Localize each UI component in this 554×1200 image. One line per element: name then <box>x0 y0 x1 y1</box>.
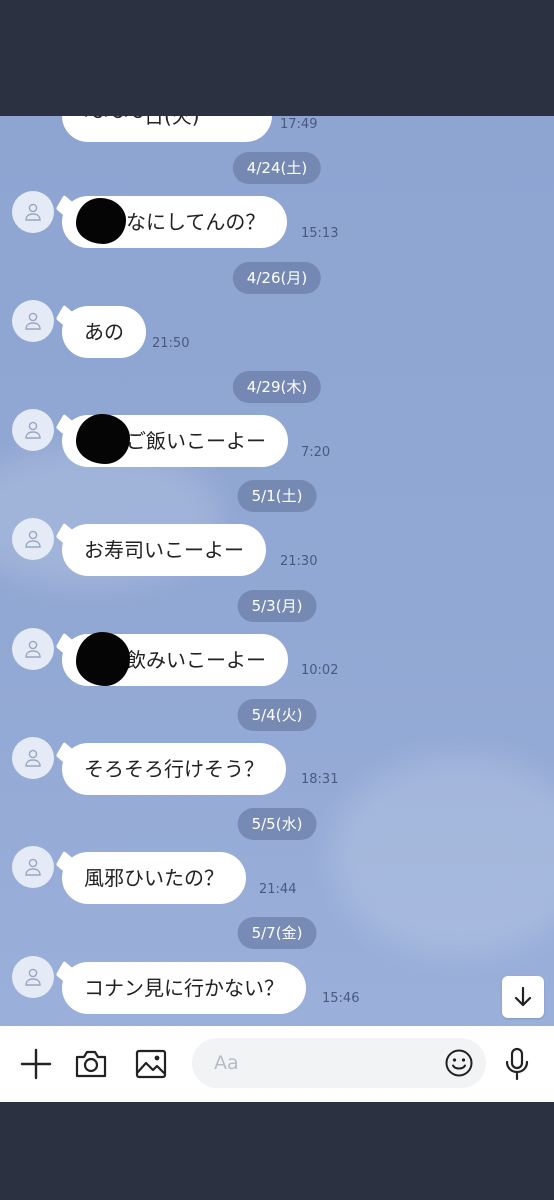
plus-icon <box>20 1048 52 1080</box>
message-input-placeholder: Aa <box>214 1052 239 1074</box>
message-bubble[interactable]: コナン見に行かない？ <box>62 962 306 1014</box>
user-icon <box>25 530 41 548</box>
redaction-mark <box>76 198 126 244</box>
date-separator: 4/24(土) <box>232 152 322 184</box>
date-separator: 4/29(木) <box>232 371 322 403</box>
date-separator: 5/3(月) <box>237 590 317 622</box>
message-text: なにしてんの？ <box>126 210 266 234</box>
message-text: 飲みいこーよー <box>126 648 266 672</box>
message-text: あの <box>84 320 124 344</box>
message-time: 21:50 <box>152 336 190 351</box>
bottom-bar <box>0 1102 554 1200</box>
message-time: 17:49 <box>280 117 318 132</box>
add-button[interactable] <box>16 1044 56 1084</box>
message-bubble[interactable]: お寿司いこーよー <box>62 524 266 576</box>
date-separator: 5/4(火) <box>237 699 317 731</box>
message-text: 風邪ひいたの？ <box>84 866 224 890</box>
avatar <box>12 956 54 998</box>
avatar <box>12 300 54 342</box>
emoji-button[interactable] <box>444 1048 474 1082</box>
avatar <box>12 409 54 451</box>
user-icon <box>25 858 41 876</box>
image-button[interactable] <box>131 1044 171 1084</box>
camera-icon <box>75 1050 107 1078</box>
user-icon <box>25 968 41 986</box>
message-time: 21:30 <box>280 554 318 569</box>
avatar <box>12 628 54 670</box>
camera-button[interactable] <box>71 1044 111 1084</box>
user-icon <box>25 749 41 767</box>
message-time: 7:20 <box>301 445 331 460</box>
message-text: ご飯いこーよー <box>126 429 266 453</box>
date-separator: 5/1(土) <box>237 480 317 512</box>
message-time: 15:13 <box>301 226 339 241</box>
date-separator: 4/26(月) <box>232 262 322 294</box>
top-bar <box>0 0 554 116</box>
emoji-icon <box>445 1049 473 1077</box>
message-input[interactable]: Aa <box>192 1038 486 1088</box>
input-bar: Aa <box>0 1026 554 1102</box>
message-bubble-partial[interactable]: 〜〜〜日(火) <box>62 116 272 142</box>
background-cloud <box>330 756 554 956</box>
user-icon <box>25 203 41 221</box>
date-separator: 5/7(金) <box>237 917 317 949</box>
message-time: 15:46 <box>322 991 360 1006</box>
arrow-down-icon <box>514 986 532 1007</box>
message-text: そろそろ行けそう？ <box>84 757 264 781</box>
user-icon <box>25 421 41 439</box>
message-time: 18:31 <box>301 772 339 787</box>
message-bubble[interactable]: あの <box>62 306 146 358</box>
scroll-down-button[interactable] <box>502 976 544 1018</box>
user-icon <box>25 640 41 658</box>
microphone-icon <box>505 1047 529 1081</box>
avatar <box>12 518 54 560</box>
message-bubble[interactable]: そろそろ行けそう？ <box>62 743 286 795</box>
date-separator: 5/5(水) <box>237 808 317 840</box>
avatar <box>12 737 54 779</box>
message-text: 〜〜〜日(火) <box>84 116 200 128</box>
message-time: 21:44 <box>259 882 297 897</box>
image-icon <box>135 1049 167 1079</box>
message-text: お寿司いこーよー <box>84 538 244 562</box>
message-time: 10:02 <box>301 663 339 678</box>
user-icon <box>25 312 41 330</box>
redaction-mark <box>76 414 130 464</box>
avatar <box>12 191 54 233</box>
message-text: コナン見に行かない？ <box>84 976 284 1000</box>
message-bubble[interactable]: 風邪ひいたの？ <box>62 852 246 904</box>
redaction-mark <box>76 632 130 686</box>
microphone-button[interactable] <box>497 1044 537 1084</box>
chat-area[interactable]: 〜〜〜日(火) 17:49 4/24(土) なにしてんの？ 15:13 4/26… <box>0 116 554 1026</box>
avatar <box>12 846 54 888</box>
